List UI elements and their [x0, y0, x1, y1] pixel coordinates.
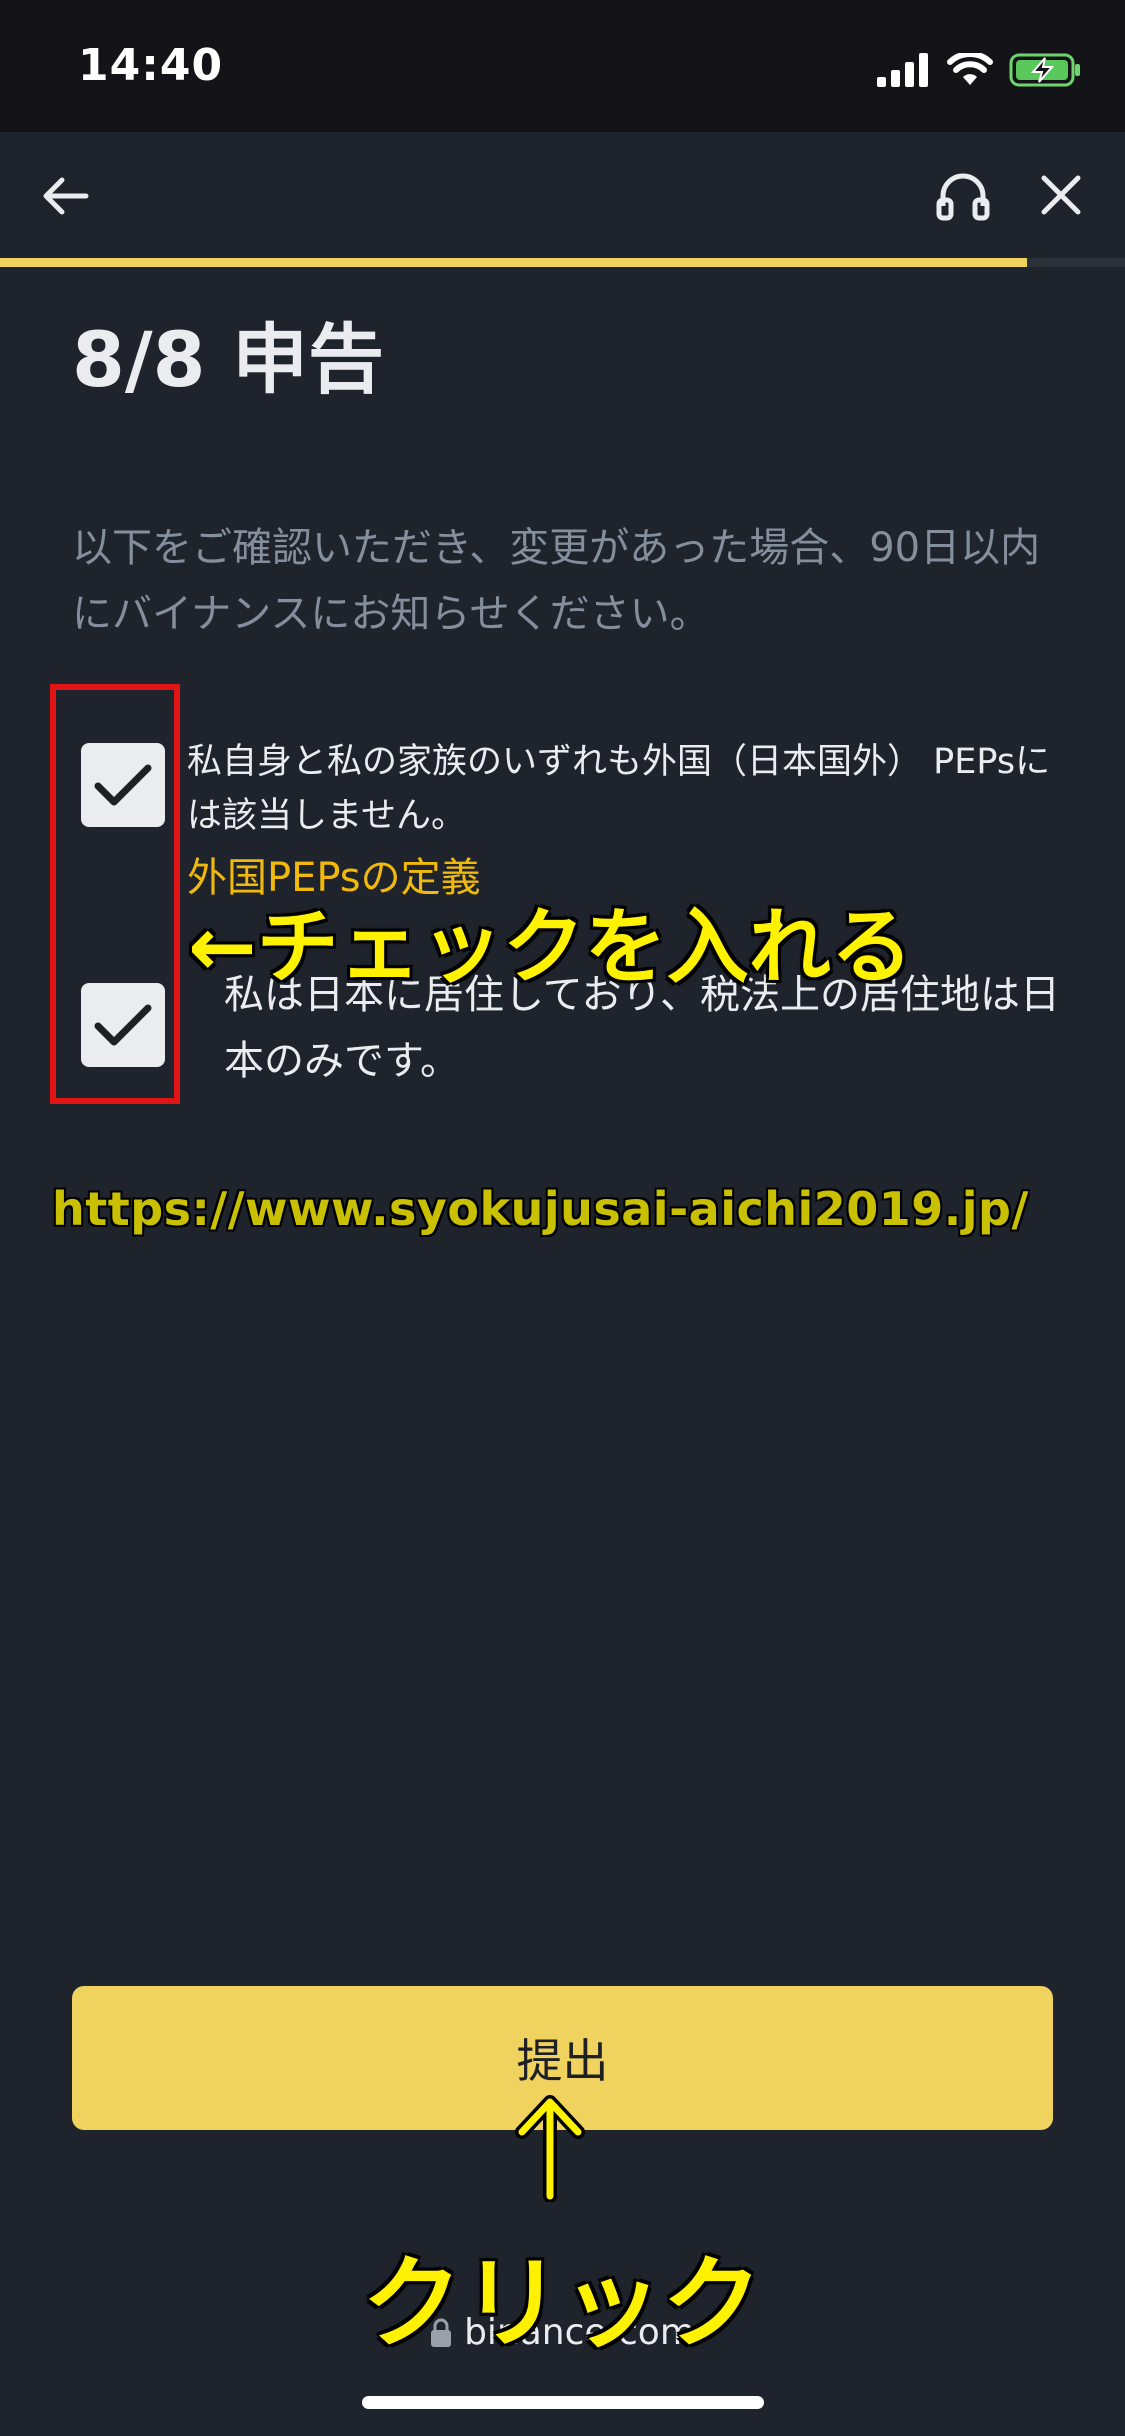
- battery-charging-icon: [1009, 53, 1080, 87]
- nav-bar: [0, 132, 1125, 258]
- progress-fill: [0, 258, 1028, 267]
- annotation-up-arrow-icon: [515, 2095, 585, 2202]
- intro-text: 以下をご確認いただき、変更があった場合、90日以内にバイナンスにお知らせください…: [72, 525, 1041, 637]
- status-time: 14:40: [78, 40, 224, 91]
- annotation-watermark-url: https://www.syokujusai-aichi2019.jp/: [52, 1182, 1029, 1236]
- home-indicator[interactable]: [362, 2396, 764, 2409]
- annotation-highlight-box: [50, 684, 180, 1104]
- peps-declaration-text: 私自身と私の家族のいずれも外国（日本国外） PEPsには該当しません。: [187, 742, 1051, 836]
- close-icon[interactable]: [1034, 168, 1088, 222]
- annotation-click-instruction: クリック: [361, 2244, 764, 2364]
- back-arrow-icon[interactable]: [38, 168, 94, 224]
- progress-bar: [0, 258, 1125, 267]
- status-icons: [877, 48, 1083, 92]
- page-title: 8/8 申告: [72, 315, 384, 404]
- headset-icon[interactable]: [933, 166, 993, 226]
- annotation-check-instruction: ←チェックを入れる: [187, 899, 915, 997]
- signal-icon: [877, 53, 928, 87]
- wifi-icon: [947, 53, 993, 85]
- status-bar: 14:40: [0, 0, 1125, 132]
